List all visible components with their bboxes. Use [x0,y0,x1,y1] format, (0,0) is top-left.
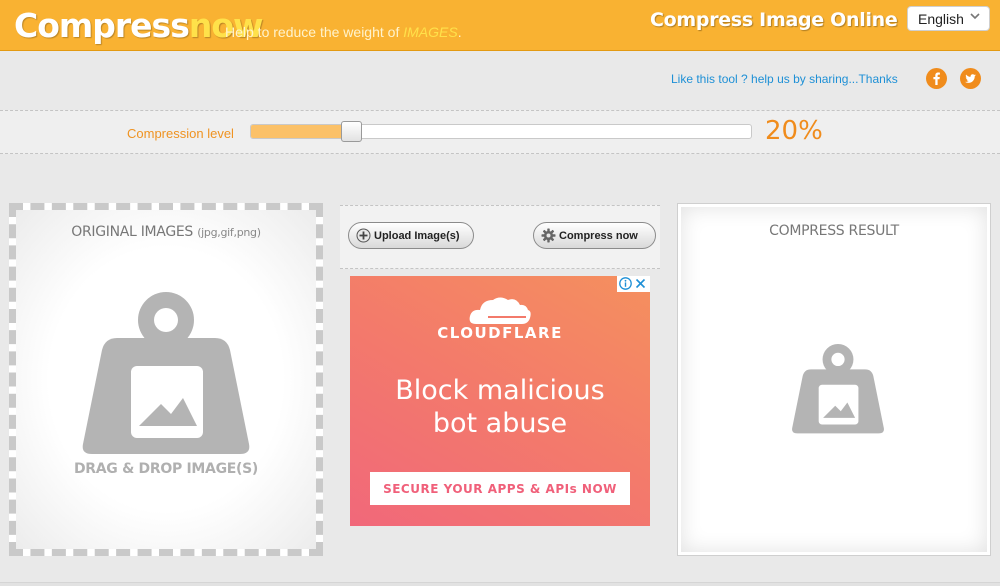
compression-slider[interactable] [250,121,752,142]
share-text[interactable]: Like this tool ? help us by sharing...Th… [671,72,898,86]
footer-divider [0,582,1000,586]
compression-level-label: Compression level [127,126,234,141]
cloud-logo-icon [469,297,531,324]
tagline: Help to reduce the weight of IMAGES. [225,24,462,40]
language-selected: English [918,11,964,27]
ad-info-icon[interactable] [619,277,632,290]
upload-images-label: Upload Image(s) [374,229,460,242]
tagline-emphasis: IMAGES [403,24,458,40]
original-images-heading: ORIGINAL IMAGES [71,224,194,240]
compress-now-button[interactable]: Compress now [533,222,656,249]
header: Compressnow Help to reduce the weight of… [0,0,1000,51]
ad-cta-button[interactable]: SECURE YOUR APPS & APIs NOW [370,472,630,505]
compression-slider-fill [251,125,351,138]
action-toolbar: Upload Image(s) Compress now [340,205,660,269]
close-icon[interactable] [634,277,647,290]
ad-headline: Block malicious bot abuse [350,374,650,440]
original-images-title: ORIGINAL IMAGES (jpg,gif,png) [16,224,316,240]
ad-brand: CLOUDFLARE [437,324,563,342]
compress-result-title: COMPRESS RESULT [769,223,899,239]
supported-formats: (jpg,gif,png) [197,226,261,239]
plus-circle-icon [356,228,371,243]
compress-now-label: Compress now [559,229,638,242]
weight-image-icon [792,343,884,434]
advertisement-banner[interactable]: CLOUDFLARE Block malicious bot abuse SEC… [350,276,650,526]
compress-result-panel: COMPRESS RESULT [677,203,991,556]
compression-band: Compression level 20% [0,110,1000,154]
language-select[interactable]: English [907,6,990,31]
tagline-suffix: . [457,24,462,40]
ad-headline-line1: Block malicious [395,375,605,406]
site-heading: Compress Image Online [650,9,898,31]
upload-images-button[interactable]: Upload Image(s) [348,222,474,249]
twitter-icon [965,74,976,83]
drop-zone[interactable]: ORIGINAL IMAGES (jpg,gif,png) DRAG & DRO… [16,210,316,549]
ad-headline-line2: bot abuse [432,408,568,439]
tagline-prefix: Help to reduce the weight of [225,24,404,40]
facebook-icon [933,72,940,85]
facebook-share-button[interactable] [926,68,947,89]
gear-icon [541,228,556,243]
compression-percentage: 20% [765,116,823,146]
drag-drop-text: DRAG & DROP IMAGE(S) [73,461,259,477]
chevron-down-icon [970,13,980,20]
original-images-panel: ORIGINAL IMAGES (jpg,gif,png) DRAG & DRO… [9,203,323,556]
twitter-share-button[interactable] [960,68,981,89]
compression-slider-handle[interactable] [341,121,362,142]
logo-main: Compress [14,6,190,45]
weight-image-icon [82,292,250,454]
result-area: COMPRESS RESULT [681,207,987,552]
